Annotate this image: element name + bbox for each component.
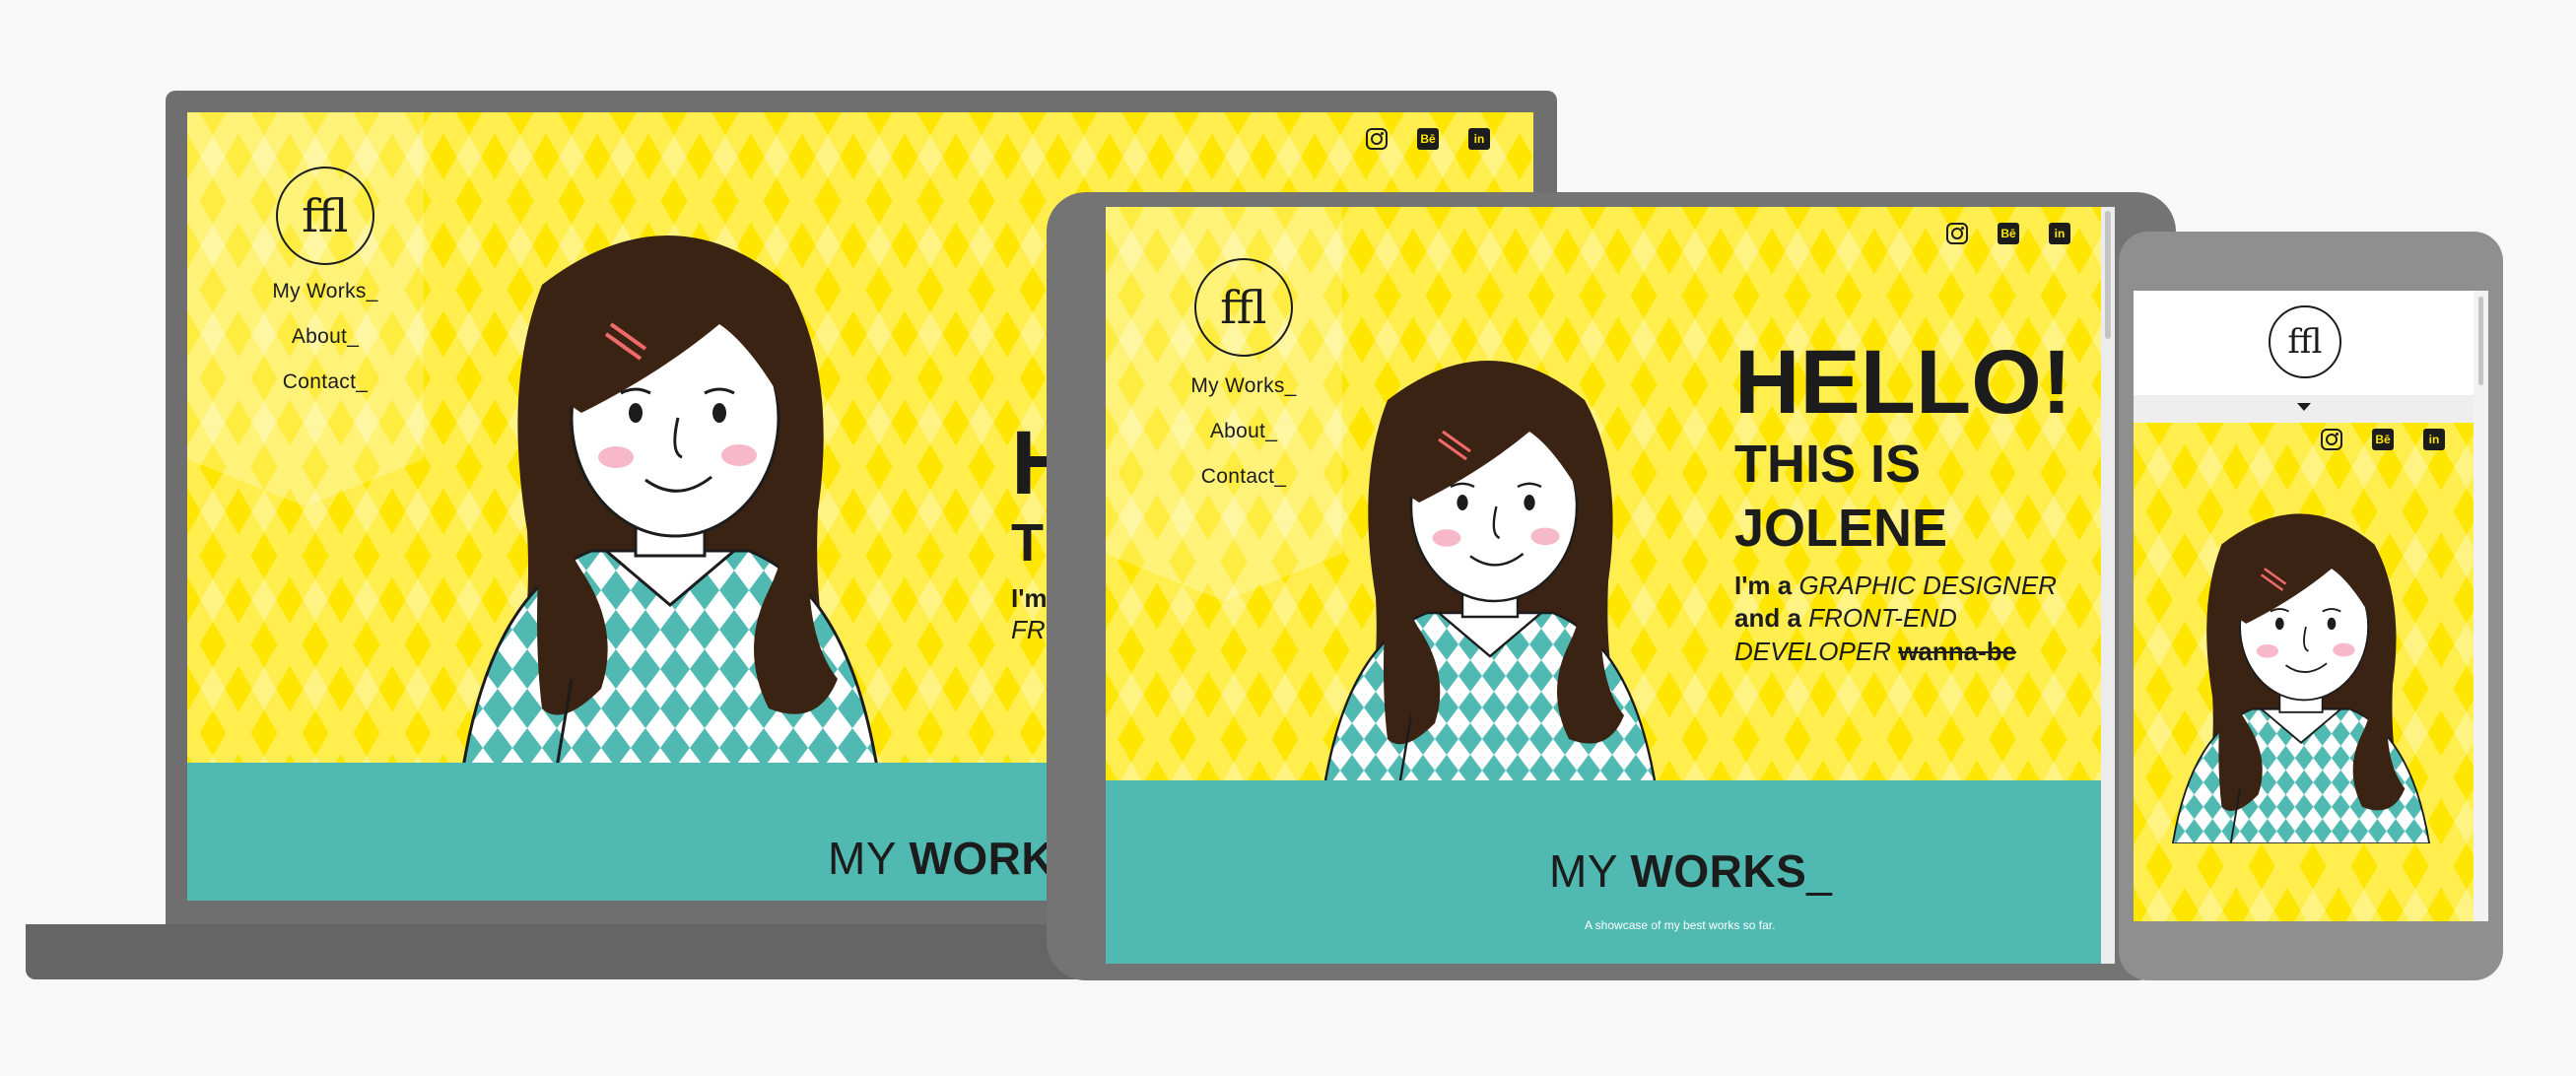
hero-section: Bē in bbox=[2134, 423, 2474, 921]
instagram-icon[interactable] bbox=[2321, 429, 2342, 450]
instagram-icon[interactable] bbox=[1366, 128, 1388, 150]
nav-toggle-bar[interactable] bbox=[2134, 395, 2474, 423]
girl-illustration bbox=[1293, 345, 1687, 786]
nav-about[interactable]: About_ bbox=[217, 325, 434, 349]
nav-contact[interactable]: Contact_ bbox=[217, 370, 434, 394]
chevron-down-icon[interactable] bbox=[2297, 403, 2311, 411]
tablet-screen: ﬄ My Works_ About_ Contact_ Bē in HELLO!… bbox=[1106, 207, 2115, 964]
scrollbar[interactable] bbox=[2101, 207, 2115, 964]
hero-tagline: I'm a GRAPHIC DESIGNER and a FRONT-END D… bbox=[1734, 571, 2057, 666]
logo-glyph: ﬄ bbox=[1220, 281, 1267, 334]
social-links: Bē in bbox=[1946, 223, 2070, 244]
works-title: MY WORKS_ bbox=[1549, 845, 1833, 897]
instagram-icon[interactable] bbox=[1946, 223, 1968, 244]
hero-this-is: THIS IS bbox=[1734, 435, 1922, 494]
linkedin-icon[interactable]: in bbox=[2423, 429, 2445, 450]
works-subtitle: A showcase of my best works so far. bbox=[1585, 918, 1776, 932]
wannabe-text: wanna-be bbox=[1898, 636, 2017, 666]
hero-name: JOLENE bbox=[1734, 499, 1948, 558]
logo[interactable]: ﬄ bbox=[1194, 258, 1293, 357]
behance-icon[interactable]: Bē bbox=[1417, 128, 1439, 150]
behance-icon[interactable]: Bē bbox=[2372, 429, 2394, 450]
linkedin-icon[interactable]: in bbox=[2049, 223, 2070, 244]
hero-this-is-partial: T bbox=[1011, 513, 1044, 572]
works-section: MY WORKS_ A showcase of my best works so… bbox=[1106, 780, 2101, 964]
girl-illustration bbox=[2148, 502, 2454, 843]
logo[interactable]: ﬄ bbox=[2269, 305, 2341, 378]
hero-im-partial: I'm bbox=[1011, 583, 1048, 613]
nav-my-works[interactable]: My Works_ bbox=[217, 280, 434, 303]
scrollbar-thumb[interactable] bbox=[2478, 297, 2483, 385]
hero-section: ﬄ My Works_ About_ Contact_ Bē in HELLO!… bbox=[1106, 207, 2101, 780]
behance-icon[interactable]: Bē bbox=[1998, 223, 2019, 244]
logo-glyph: ﬄ bbox=[2287, 322, 2323, 362]
girl-illustration bbox=[424, 216, 916, 768]
mobile-header: ﬄ bbox=[2134, 291, 2474, 395]
scrollbar-thumb[interactable] bbox=[2105, 211, 2111, 339]
logo[interactable]: ﬄ bbox=[276, 167, 374, 265]
social-links: Bē in bbox=[1366, 128, 1490, 150]
phone-screen: ﬄ Bē in bbox=[2134, 291, 2488, 921]
logo-glyph: ﬄ bbox=[302, 189, 349, 242]
hero-hello: HELLO! bbox=[1734, 332, 2072, 433]
scrollbar[interactable] bbox=[2474, 291, 2488, 921]
social-links: Bē in bbox=[2321, 429, 2445, 450]
linkedin-icon[interactable]: in bbox=[1468, 128, 1490, 150]
